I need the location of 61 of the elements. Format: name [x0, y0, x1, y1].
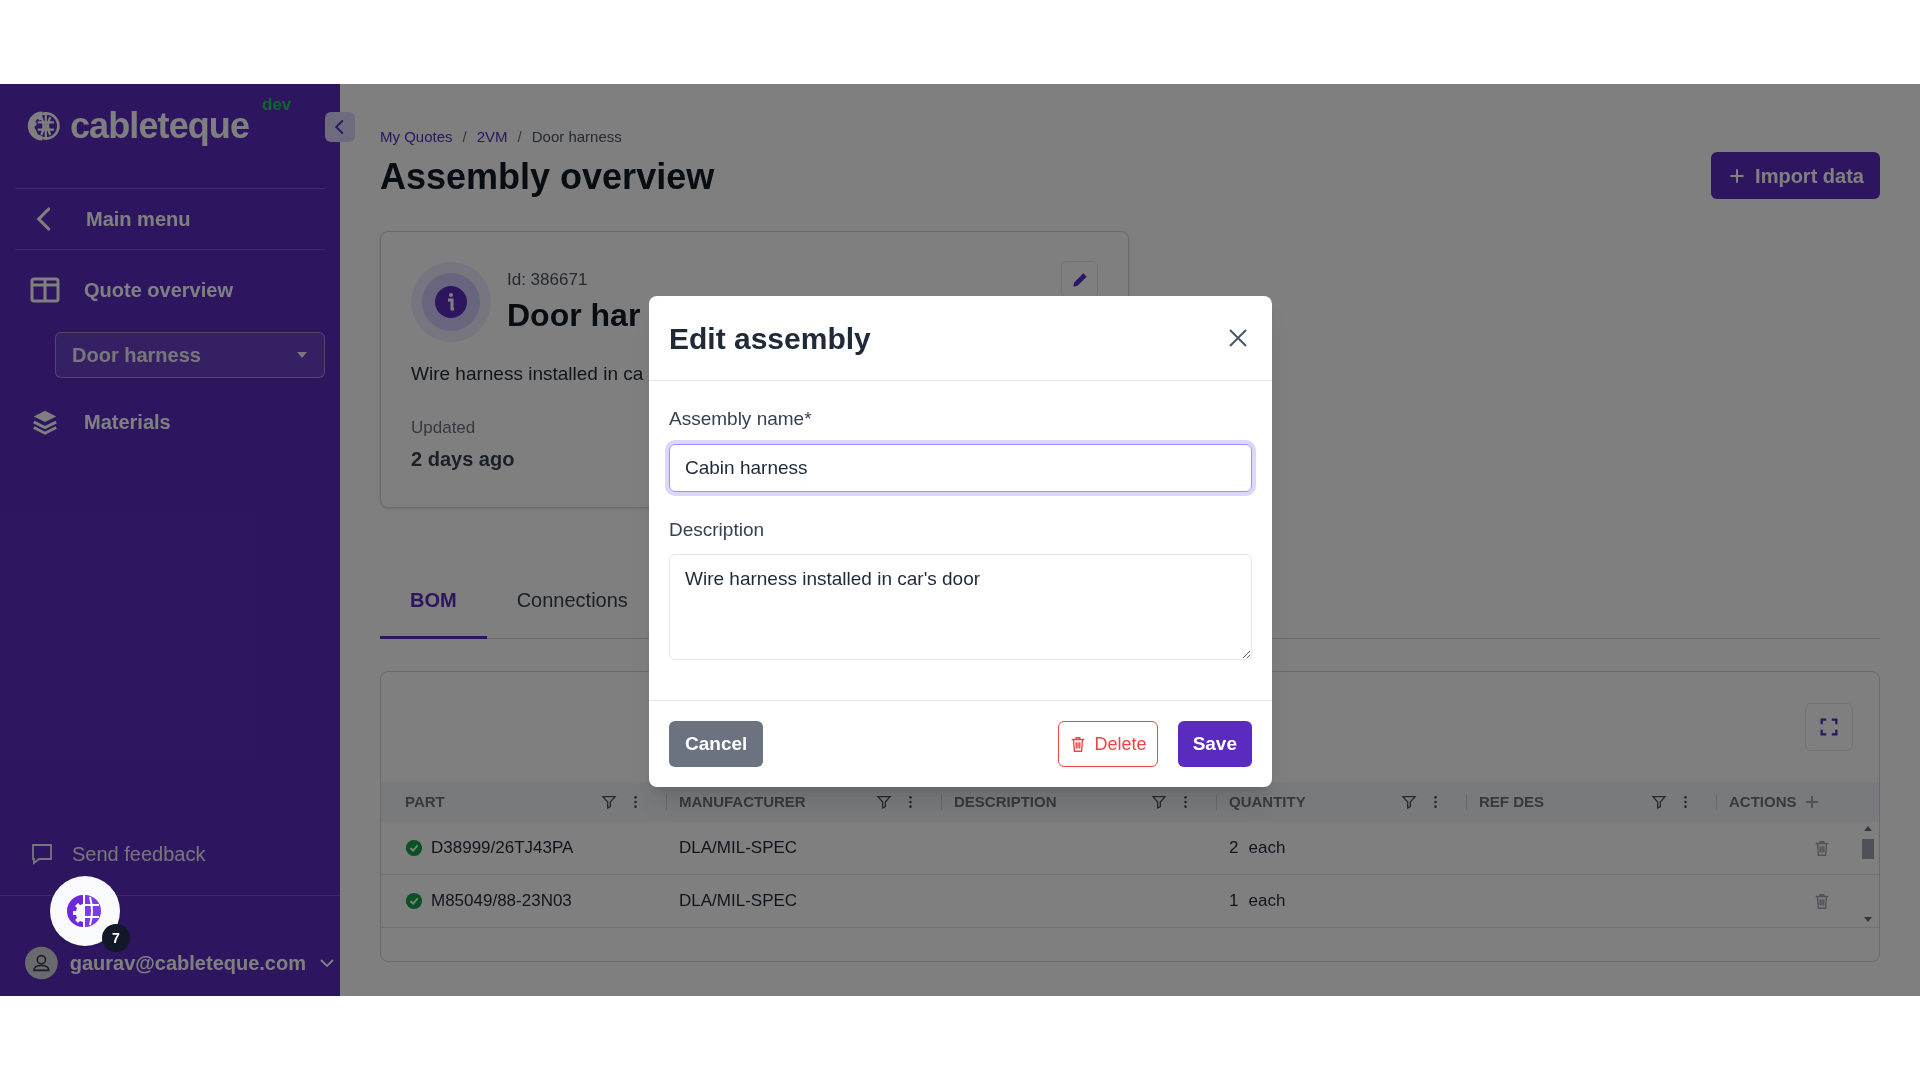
delete-row-icon[interactable] — [1813, 839, 1831, 857]
breadcrumb-link[interactable]: 2VM — [476, 126, 508, 149]
fullscreen-icon — [1818, 716, 1840, 738]
assembly-description: Wire harness installed in ca — [411, 362, 644, 386]
collapse-button[interactable] — [325, 112, 355, 142]
sidebar-item[interactable]: Quote overview — [15, 250, 325, 330]
kebab-menu-icon[interactable] — [1683, 794, 1688, 810]
filter-icon[interactable] — [1651, 794, 1667, 810]
table-cell-text: 1 — [1229, 890, 1239, 913]
chat-icon — [30, 842, 54, 866]
table-cell-text: D38999/26TJ43PA — [431, 837, 574, 860]
page-title: Assembly overview — [380, 154, 715, 199]
assembly-id: Id: 386671 — [507, 269, 589, 292]
kebab-menu-icon[interactable] — [1433, 794, 1438, 810]
cancel-button[interactable]: Cancel — [669, 721, 764, 767]
breadcrumb-link[interactable]: My Quotes — [380, 126, 453, 149]
field-label: Description — [669, 517, 766, 542]
filter-icon[interactable] — [601, 794, 617, 810]
column-header: PART — [405, 791, 445, 812]
updated-value: 2 days ago — [411, 447, 515, 472]
column-header: MANUFACTURER — [679, 791, 806, 812]
delete-row-icon[interactable] — [1813, 892, 1831, 910]
environment-label: dev — [262, 94, 292, 116]
column-header: ACTIONS — [1729, 791, 1797, 812]
scrollbar[interactable] — [1861, 826, 1875, 922]
table-cell-text: 2 — [1229, 837, 1239, 860]
column-header: QUANTITY — [1229, 791, 1306, 812]
column-header: DESCRIPTION — [954, 791, 1057, 812]
description-textarea[interactable]: Wire harness installed in car's door — [669, 554, 1252, 660]
breadcrumb-separator: / — [517, 127, 522, 147]
user-email: gaurav@cableteque.com — [69, 951, 306, 976]
logo: cableteque — [70, 108, 250, 144]
dialog-title: Edit assembly — [669, 320, 871, 357]
caret-icon — [296, 351, 308, 359]
layers-icon — [30, 408, 60, 436]
import-data-button[interactable]: Import data — [1711, 152, 1880, 199]
filter-icon[interactable] — [1151, 794, 1167, 810]
tab[interactable]: Connections — [486, 564, 658, 639]
kebab-menu-icon[interactable] — [908, 794, 913, 810]
assembly-title: Door har — [507, 295, 641, 335]
fullscreen-button[interactable] — [1805, 703, 1853, 751]
table-cell-text: each — [1248, 837, 1286, 860]
table-cell-text: M85049/88-23N03 — [431, 890, 572, 913]
filter-icon[interactable] — [1401, 794, 1417, 810]
filter-icon[interactable] — [876, 794, 892, 810]
table-cell-text: DLA/MIL-SPEC — [679, 837, 799, 860]
column-header: REF DES — [1479, 791, 1544, 812]
updated-label: Updated — [411, 416, 476, 439]
kebab-menu-icon[interactable] — [633, 794, 638, 810]
breadcrumb-separator: / — [462, 127, 467, 147]
table-cell-text: each — [1248, 890, 1286, 913]
kebab-menu-icon[interactable] — [1183, 794, 1188, 810]
breadcrumb-current[interactable]: Door harness — [531, 126, 622, 149]
save-button[interactable]: Save — [1177, 721, 1252, 767]
tab[interactable]: BOM — [380, 564, 487, 639]
main-menu-link[interactable]: Main menu — [15, 188, 325, 250]
delete-button[interactable]: Delete — [1057, 721, 1158, 767]
field-label: Assembly name* — [669, 407, 813, 431]
sidebar-item[interactable]: Materials — [15, 380, 325, 464]
table-cell-text: DLA/MIL-SPEC — [679, 890, 799, 913]
columns-icon — [30, 276, 60, 304]
